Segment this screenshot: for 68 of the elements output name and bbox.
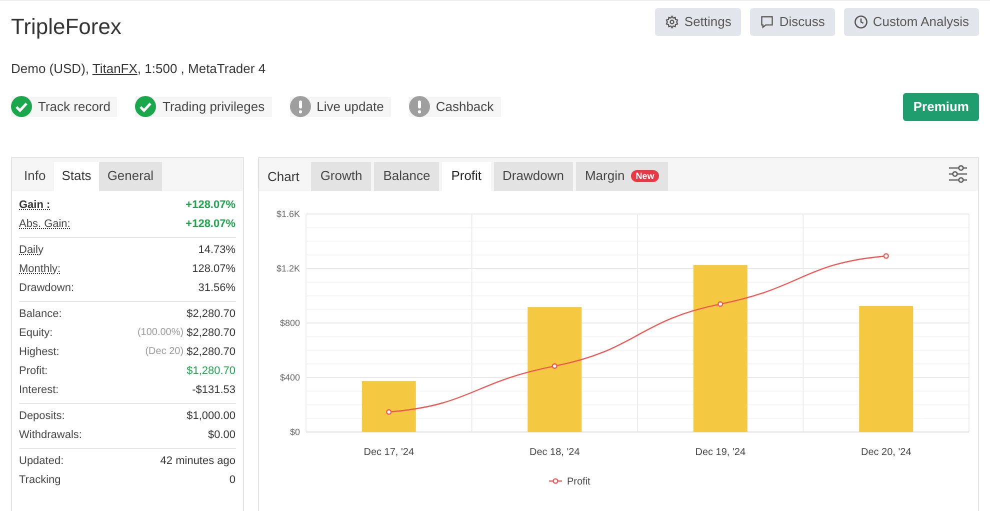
status-badge: Track record [11,96,118,116]
data-point [551,362,557,368]
new-badge: New [630,170,660,182]
chat-icon [760,15,774,29]
y-tick-label: $800 [279,318,300,328]
stat-label: Updated: [19,454,64,468]
stat-value: $1,280.70 [186,364,236,379]
stat-label: Interest: [19,382,59,398]
legend-line-icon [548,478,562,484]
stat-label: Tracking [19,472,61,488]
status-badge: Live update [290,96,391,116]
chart-section-label: Chart [266,168,300,186]
stat-value: 14.73% [198,242,236,258]
account-details: Demo (USD), TitanFX, 1:500 , MetaTrader 4 [11,60,266,78]
stat-label: Withdrawals: [19,428,82,442]
settings-icon [665,15,680,29]
stat-value: $0.00 [208,428,236,443]
chart-tab[interactable]: Margin New [576,162,668,190]
x-tick-label: Dec 19, '24 [694,446,746,458]
stat-value: $2,280.70 [186,344,236,360]
clock-icon [854,15,868,29]
stat-value: 0 [229,472,236,488]
data-point [386,408,392,414]
stat-label: Equity: [19,326,53,340]
stat-label: Deposits: [19,408,65,424]
stat-label: Highest: [19,344,60,360]
header-button[interactable]: Discuss [750,8,835,36]
stat-value: $1,000.00 [186,408,236,424]
header-button[interactable]: Settings [655,8,742,36]
stat-value: -$131.53 [192,382,236,398]
chart-tab[interactable]: Growth [311,162,372,190]
stat-note: (100.00%) [137,326,184,340]
chart-tab[interactable]: Profit [442,162,491,190]
x-tick-label: Dec 17, '24 [363,446,414,458]
chart-tab[interactable]: Balance [374,162,440,190]
status-badge: Trading privileges [135,96,272,116]
account-title: TripleForex [11,13,122,41]
stat-label: Profit: [19,364,48,378]
y-tick-label: $1.6K [276,208,300,218]
x-tick-label: Dec 20, '24 [860,446,911,458]
stat-note: (Dec 20) [145,344,184,359]
header-button[interactable]: Custom Analysis [844,8,979,36]
stat-value: $2,280.70 [186,326,236,341]
y-tick-label: $0 [290,426,300,436]
stat-value: +128.07% [186,198,236,213]
broker-link[interactable]: TitanFX [92,61,138,76]
stat-label: Gain : [19,198,50,212]
filter-settings-icon[interactable] [948,165,968,183]
stat-value: +128.07% [186,216,236,232]
stat-label: Monthly: [19,262,61,276]
stat-value: 31.56% [198,280,236,296]
stat-label: Abs. Gain: [19,216,70,232]
stat-value: 42 minutes ago [160,454,236,469]
stats-tab[interactable]: Stats [54,162,100,190]
x-tick-label: Dec 18, '24 [529,446,580,458]
y-tick-label: $400 [279,372,300,382]
chart-tab[interactable]: Drawdown [494,162,573,190]
stats-tab[interactable]: General [99,162,162,190]
stat-label: Balance: [19,306,62,322]
stat-value: 128.07% [192,262,236,277]
legend-label[interactable]: Profit [566,476,590,487]
profit-bar [361,380,416,432]
stat-label: Drawdown: [19,280,74,296]
stat-value: $2,280.70 [186,306,236,322]
status-badge: Cashback [408,96,501,116]
y-tick-label: $1.2K [276,263,300,273]
stat-label: Daily [19,242,44,258]
data-point [717,300,723,306]
